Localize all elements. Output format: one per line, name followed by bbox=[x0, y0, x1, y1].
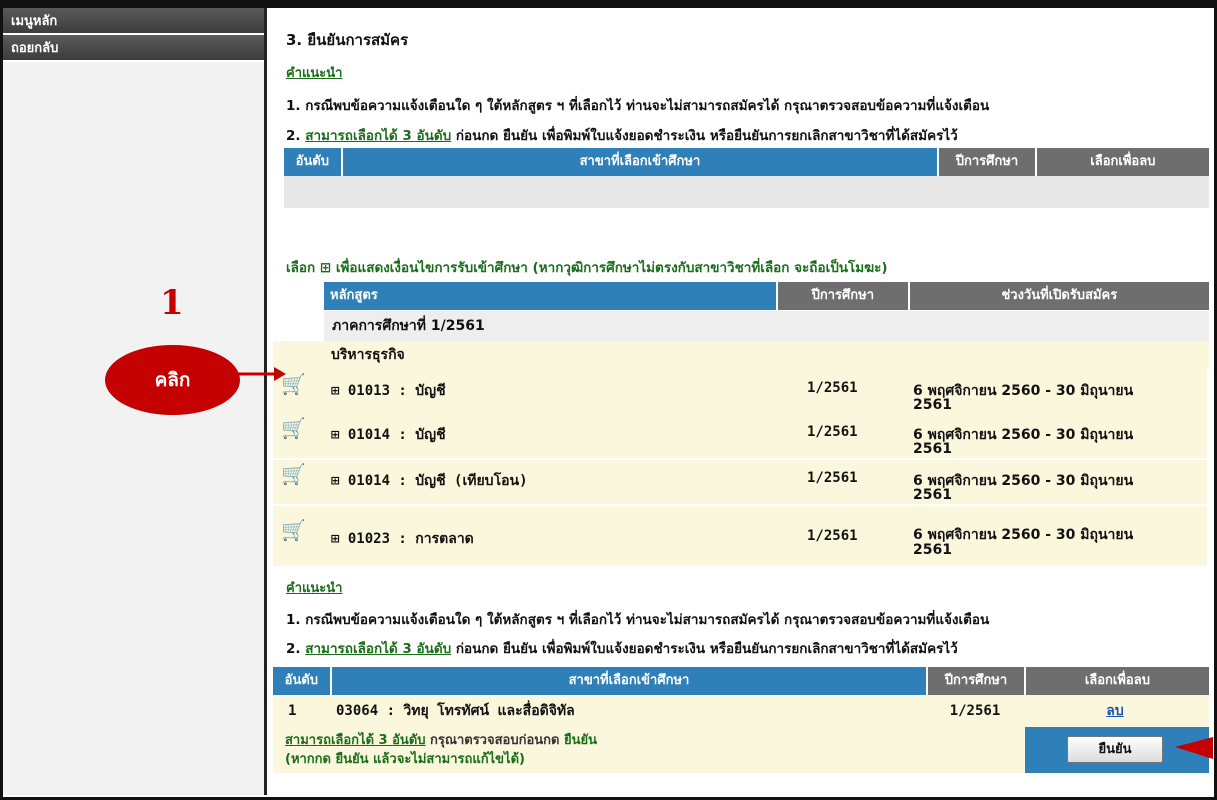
annotation-bubble: คลิก bbox=[105, 345, 240, 415]
course-year: 1/2561 bbox=[807, 470, 858, 486]
col-year: ปีการศึกษา bbox=[939, 148, 1037, 176]
annotation-number: 1 bbox=[160, 283, 184, 323]
expand-icon: ⊞ bbox=[319, 260, 332, 276]
sidebar-item-main-menu[interactable]: เมนูหลัก bbox=[3, 8, 264, 35]
annotation-arrow-icon bbox=[236, 367, 286, 381]
course-period-year: 2561 bbox=[913, 542, 952, 558]
selected-table-top: อันดับ สาขาที่เลือกเข้าศึกษา ปีการศึกษา … bbox=[284, 148, 1209, 208]
row-rank: 1 bbox=[288, 703, 297, 719]
group-row: บริหารธุรกิจ bbox=[273, 341, 1209, 370]
empty-row bbox=[284, 176, 1209, 208]
semester-row: ภาคการศึกษาที่ 1/2561 bbox=[324, 311, 1209, 341]
course-period-year: 2561 bbox=[913, 397, 952, 413]
footer-text: สามารถเลือกได้ 3 อันดับ กรุณาตรวจสอบก่อน… bbox=[273, 727, 1025, 773]
confirm-arrow-icon bbox=[1175, 737, 1213, 759]
course-row: 🛒 ⊞ 01023 : การตลาด 1/2561 6 พฤศจิกายน 2… bbox=[273, 506, 1207, 566]
col-major: สาขาที่เลือกเข้าศึกษา bbox=[331, 667, 929, 695]
select-hint: เลือก ⊞ เพื่อแสดงเงื่อนไขการรับเข้าศึกษา… bbox=[286, 256, 888, 278]
selected-table-bottom: อันดับ สาขาที่เลือกเข้าศึกษา ปีการศึกษา … bbox=[273, 667, 1209, 773]
footer-link[interactable]: สามารถเลือกได้ 3 อันดับ bbox=[285, 733, 426, 748]
cart-icon[interactable]: 🛒 bbox=[281, 416, 306, 440]
course-code[interactable]: ⊞ 01014 : บัญชี (เทียบโอน) bbox=[331, 470, 528, 492]
col-delete: เลือกเพื่อลบ bbox=[1025, 667, 1209, 695]
advice-link-bottom[interactable]: คำแนะนำ bbox=[286, 577, 342, 598]
note-2-rest: ก่อนกด ยืนยัน เพื่อพิมพ์ใบแจ้งยอดชำระเงิ… bbox=[451, 641, 958, 657]
col-course-year: ปีการศึกษา bbox=[777, 282, 910, 310]
course-code[interactable]: ⊞ 01014 : บัญชี bbox=[331, 424, 446, 446]
col-rank: อันดับ bbox=[284, 148, 343, 176]
footer-row: สามารถเลือกได้ 3 อันดับ กรุณาตรวจสอบก่อน… bbox=[273, 727, 1209, 773]
note-2-prefix: 2. bbox=[286, 641, 306, 657]
note-2: 2. สามารถเลือกได้ 3 อันดับ ก่อนกด ยืนยัน… bbox=[286, 124, 958, 146]
page-title: 3. ยืนยันการสมัคร bbox=[286, 31, 409, 49]
sidebar-item-back[interactable]: ถอยกลับ bbox=[3, 35, 264, 62]
cart-icon[interactable]: 🛒 bbox=[281, 462, 306, 486]
note-1: 1. กรณีพบข้อความแจ้งเตือนใด ๆ ใต้หลักสูต… bbox=[286, 98, 990, 114]
course-period-year: 2561 bbox=[913, 441, 952, 457]
course-code[interactable]: ⊞ 01013 : บัญชี bbox=[331, 380, 446, 402]
course-table-header: หลักสูตร ปีการศึกษา ช่วงวันที่เปิดรับสมั… bbox=[324, 282, 1209, 310]
note-2-link[interactable]: สามารถเลือกได้ 3 อันดับ bbox=[305, 641, 451, 657]
course-code[interactable]: ⊞ 01023 : การตลาด bbox=[331, 528, 474, 550]
note-2-bottom: 2. สามารถเลือกได้ 3 อันดับ ก่อนกด ยืนยัน… bbox=[286, 637, 958, 659]
footer-text2: (หากกด ยืนยัน แล้วจะไม่สามารถแก้ไขได้) bbox=[285, 752, 525, 767]
col-major: สาขาที่เลือกเข้าศึกษา bbox=[342, 148, 940, 176]
course-period-year: 2561 bbox=[913, 487, 952, 503]
note-2-prefix: 2. bbox=[286, 128, 306, 144]
advice-link[interactable]: คำแนะนำ bbox=[286, 62, 342, 83]
confirm-button[interactable]: ยืนยัน bbox=[1067, 736, 1163, 763]
course-year: 1/2561 bbox=[807, 528, 858, 544]
col-rank: อันดับ bbox=[273, 667, 332, 695]
row-major: 03064 : วิทยุ โทรทัศน์ และสื่อดิจิทัล bbox=[336, 703, 575, 719]
select-hint-text: เพื่อแสดงเงื่อนไขการรับเข้าศึกษา (หากวุฒ… bbox=[335, 260, 888, 276]
row-year: 1/2561 bbox=[949, 703, 1001, 719]
course-row: 🛒 ⊞ 01013 : บัญชี 1/2561 6 พฤศจิกายน 256… bbox=[273, 370, 1207, 414]
col-period: ช่วงวันที่เปิดรับสมัคร bbox=[909, 282, 1209, 310]
select-hint-prefix: เลือก bbox=[286, 260, 316, 276]
table-row: 1 03064 : วิทยุ โทรทัศน์ และสื่อดิจิทัล … bbox=[273, 695, 1209, 727]
col-course: หลักสูตร bbox=[324, 282, 778, 310]
note-2-link[interactable]: สามารถเลือกได้ 3 อันดับ bbox=[305, 128, 451, 144]
footer-text1: กรุณาตรวจสอบก่อนกด bbox=[425, 733, 564, 748]
col-year: ปีการศึกษา bbox=[928, 667, 1026, 695]
cart-icon[interactable]: 🛒 bbox=[281, 518, 306, 542]
col-delete: เลือกเพื่อลบ bbox=[1036, 148, 1209, 176]
note-1-bottom: 1. กรณีพบข้อความแจ้งเตือนใด ๆ ใต้หลักสูต… bbox=[286, 612, 990, 628]
note-2-rest: ก่อนกด ยืนยัน เพื่อพิมพ์ใบแจ้งยอดชำระเงิ… bbox=[451, 128, 958, 144]
course-row: 🛒 ⊞ 01014 : บัญชี 1/2561 6 พฤศจิกายน 256… bbox=[273, 414, 1207, 458]
delete-link[interactable]: ลบ bbox=[1023, 695, 1207, 727]
course-row: 🛒 ⊞ 01014 : บัญชี (เทียบโอน) 1/2561 6 พฤ… bbox=[273, 460, 1207, 504]
course-year: 1/2561 bbox=[807, 380, 858, 396]
footer-confirm-word: ยืนยัน bbox=[564, 733, 598, 748]
course-year: 1/2561 bbox=[807, 424, 858, 440]
